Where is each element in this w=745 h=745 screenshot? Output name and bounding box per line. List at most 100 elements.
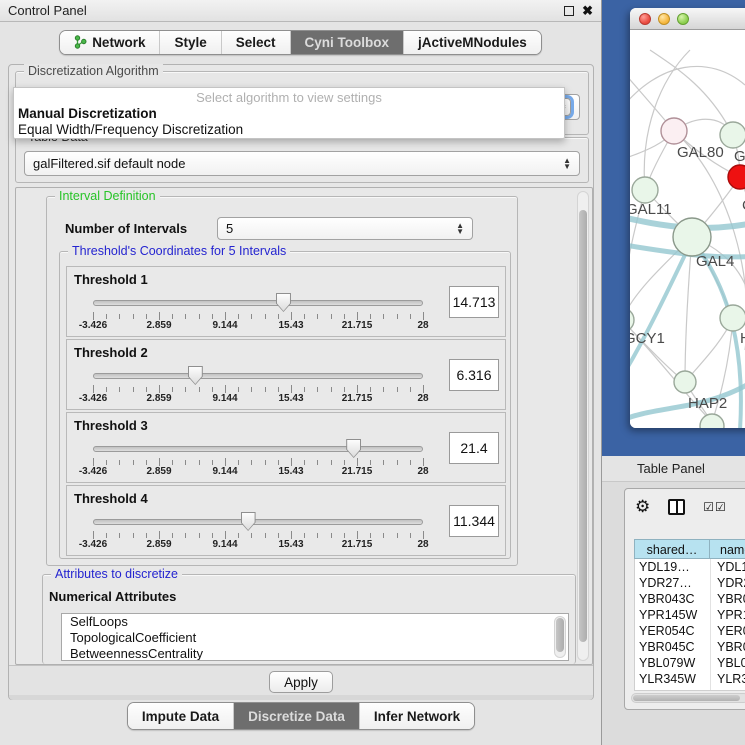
cell-shared-name[interactable]: YDL19… [635,559,711,575]
slider-thumb[interactable] [241,512,256,531]
tab-discretize-data[interactable]: Discretize Data [234,703,360,729]
table-row[interactable]: YDR27…YDR2 [635,575,745,591]
minor-tick [212,460,213,465]
table-row[interactable]: YBL079WYBL0 [635,655,745,671]
cell-shared-name[interactable]: YLR345W [635,671,711,687]
horizontal-scrollbar-thumb[interactable] [633,695,740,701]
network-node-gcy1[interactable] [630,308,634,332]
tick-label: 2.859 [146,393,171,404]
network-window[interactable]: GAL80GACGAL11GAL4GCY1HHAP2 [630,8,745,428]
slider-track[interactable] [93,373,423,379]
slider-track[interactable] [93,519,423,525]
cell-name[interactable]: YBR0 [711,591,745,607]
cell-shared-name[interactable]: YDR27… [635,575,711,591]
slider-track[interactable] [93,300,423,306]
minor-tick [331,387,332,392]
dropdown-option-manual-discretization[interactable]: Manual Discretization [14,106,564,122]
cell-shared-name[interactable]: YBR045C [635,639,711,655]
scrollbar-thumb[interactable] [579,210,587,642]
minor-tick [265,533,266,538]
tab-infer-network[interactable]: Infer Network [360,703,474,729]
network-node-clipped[interactable] [700,414,724,428]
threshold-value-field[interactable]: 11.344 [449,505,499,537]
slider-thumb[interactable] [346,439,361,458]
network-node-gal80[interactable] [661,118,687,144]
cell-name[interactable]: YLR3 [711,671,745,687]
network-node-ga[interactable] [720,122,745,148]
attribute-item-topologicalcoefficient[interactable]: TopologicalCoefficient [62,630,568,646]
vertical-scrollbar[interactable] [577,191,589,661]
cell-shared-name[interactable]: YIL052C [635,687,711,691]
table-row[interactable]: YIL052CYIL0 [635,687,745,691]
gear-icon[interactable]: ⚙ [635,499,650,515]
major-tick [357,458,358,466]
minor-tick [370,314,371,319]
minor-tick [317,460,318,465]
major-tick [159,385,160,393]
float-window-icon[interactable] [564,6,574,16]
checked-checkbox-icons[interactable]: ☑☑ [703,500,727,514]
major-tick [357,385,358,393]
column-header-shared-name[interactable]: shared… [634,539,710,559]
network-node-gal11[interactable] [632,177,658,203]
panel-footer-strip [9,695,593,700]
list-scrollbar[interactable] [554,616,566,658]
table-row[interactable]: YER054CYER0 [635,623,745,639]
cell-name[interactable]: YBL0 [711,655,745,671]
table-row[interactable]: YLR345WYLR3 [635,671,745,687]
cell-name[interactable]: YER0 [711,623,745,639]
network-node-hap2[interactable] [674,371,696,393]
minor-tick [331,314,332,319]
cell-name[interactable]: YIL0 [711,687,745,691]
threshold-value-field[interactable]: 14.713 [449,286,499,318]
tab-cyni-toolbox[interactable]: Cyni Toolbox [291,31,405,54]
list-scrollbar-thumb[interactable] [556,618,564,652]
tick-label: -3.426 [79,320,107,331]
horizontal-scrollbar[interactable] [631,693,745,703]
zoom-light-icon[interactable] [677,13,689,25]
table-row[interactable]: YDL19…YDL1 [635,559,745,575]
tab-impute-data[interactable]: Impute Data [128,703,234,729]
cell-shared-name[interactable]: YPR145W [635,607,711,623]
numerical-attributes-list[interactable]: SelfLoopsTopologicalCoefficientBetweenne… [61,613,569,661]
close-icon[interactable]: ✖ [582,6,593,16]
network-node-gal4[interactable] [673,218,711,256]
cell-name[interactable]: YBR0 [711,639,745,655]
slider-track[interactable] [93,446,423,452]
close-light-icon[interactable] [639,13,651,25]
cell-shared-name[interactable]: YER054C [635,623,711,639]
table-row[interactable]: YBR045CYBR0 [635,639,745,655]
cell-name[interactable]: YPR1 [711,607,745,623]
minimize-light-icon[interactable] [658,13,670,25]
table-data-combobox[interactable]: galFiltered.sif default node ▲▼ [24,151,580,176]
tab-select[interactable]: Select [222,31,291,54]
threshold-row-4: Threshold 4-3.4262.8599.14415.4321.71528… [66,485,506,556]
network-graph: GAL80GACGAL11GAL4GCY1HHAP2 [630,30,745,428]
tab-jactivemnodules[interactable]: jActiveMNodules [404,31,541,54]
network-canvas[interactable]: GAL80GACGAL11GAL4GCY1HHAP2 [630,30,745,428]
threshold-value-field[interactable]: 6.316 [449,359,499,391]
attribute-item-betweennesscentrality[interactable]: BetweennessCentrality [62,646,568,661]
slider-thumb[interactable] [188,366,203,385]
split-columns-icon[interactable] [668,499,685,515]
dropdown-option-equal-width-frequency-discretization[interactable]: Equal Width/Frequency Discretization [14,122,564,138]
cell-shared-name[interactable]: YBL079W [635,655,711,671]
slider-thumb[interactable] [276,293,291,312]
column-header-name[interactable]: name [710,539,745,559]
network-node-c[interactable] [728,165,745,189]
table-row[interactable]: YBR043CYBR0 [635,591,745,607]
cell-shared-name[interactable]: YBR043C [635,591,711,607]
apply-button[interactable]: Apply [269,671,333,693]
tab-network[interactable]: Network [60,31,160,54]
attribute-item-selfloops[interactable]: SelfLoops [62,614,568,630]
minor-tick [304,460,305,465]
network-node-h[interactable] [720,305,745,331]
threshold-value-field[interactable]: 21.4 [449,432,499,464]
cell-name[interactable]: YDL1 [711,559,745,575]
table-row[interactable]: YPR145WYPR1 [635,607,745,623]
number-of-intervals-combobox[interactable]: 5 ▲▼ [217,217,473,240]
node-table: shared… name YDL19…YDL1YDR27…YDR2YBR043C… [634,539,745,691]
cell-name[interactable]: YDR2 [711,575,745,591]
combo-arrows-icon: ▲▼ [563,158,571,170]
tab-style[interactable]: Style [160,31,221,54]
